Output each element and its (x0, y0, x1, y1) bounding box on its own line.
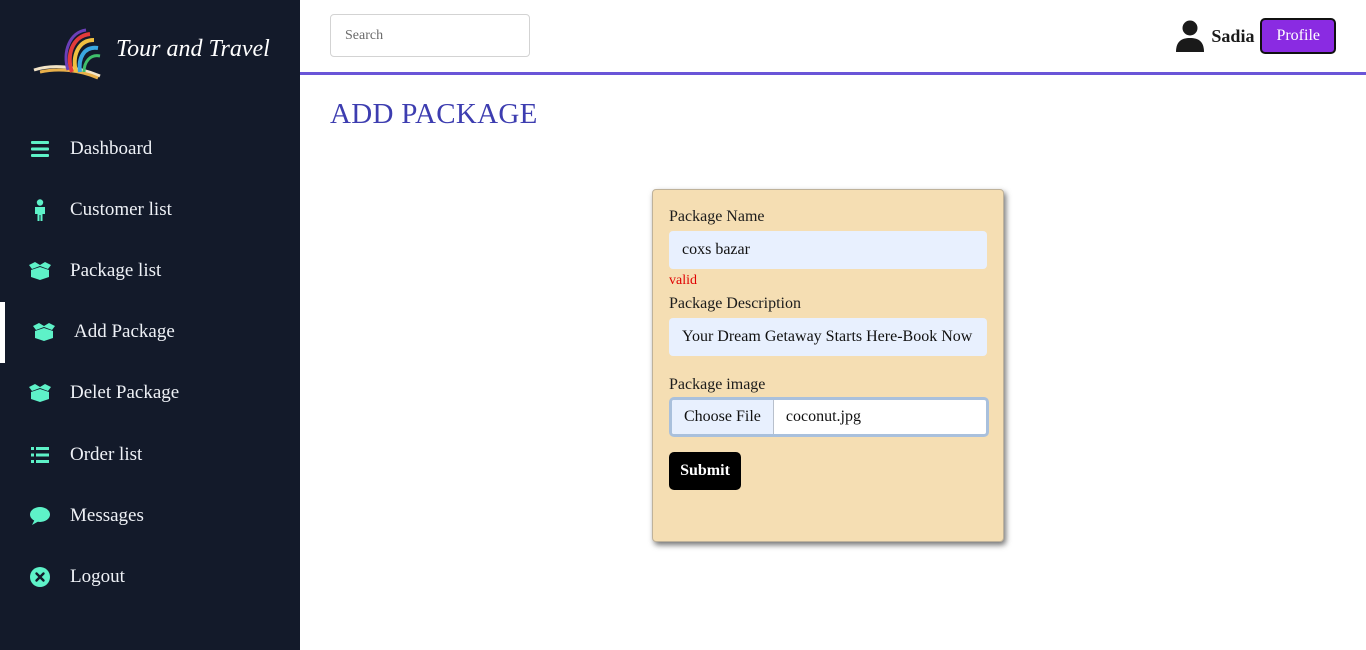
sidebar-item-delet-package[interactable]: Delet Package (0, 363, 300, 424)
sidebar-item-add-package[interactable]: Add Package (0, 301, 300, 363)
box-open-icon (32, 320, 56, 344)
top-bar: Sadia Profile (300, 0, 1366, 75)
choose-file-button[interactable]: Choose File (672, 400, 774, 434)
sidebar-item-messages[interactable]: Messages (0, 485, 300, 546)
box-open-icon (28, 259, 52, 283)
package-description-input[interactable] (669, 318, 987, 356)
add-package-form: Package Name valid Package Description P… (652, 189, 1004, 542)
sidebar-nav: Dashboard Customer list Package list Add… (0, 118, 300, 608)
sidebar-item-label: Messages (70, 504, 144, 526)
circle-x-icon (28, 565, 52, 589)
sidebar: Tour and Travel Dashboard Customer list … (0, 0, 300, 650)
submit-button[interactable]: Submit (669, 452, 741, 490)
user-avatar-icon (1176, 20, 1205, 52)
sidebar-item-package-list[interactable]: Package list (0, 240, 300, 301)
profile-button[interactable]: Profile (1260, 18, 1336, 54)
sidebar-item-label: Delet Package (70, 382, 180, 404)
package-name-input[interactable] (669, 231, 987, 269)
package-image-label: Package image (669, 376, 766, 393)
list-icon (28, 443, 52, 467)
bars-icon (28, 137, 52, 161)
search-input[interactable] (330, 14, 530, 57)
package-name-label: Package Name (669, 208, 765, 225)
page-title: ADD PACKAGE (330, 98, 538, 130)
swoosh-logo-icon (33, 28, 101, 80)
sidebar-item-label: Dashboard (70, 137, 153, 159)
package-image-file-input[interactable]: Choose File coconut.jpg (669, 397, 989, 437)
comment-icon (28, 504, 52, 528)
sidebar-item-label: Customer list (70, 198, 172, 220)
brand-title: Tour and Travel (116, 36, 270, 62)
user-name: Sadia (1211, 25, 1255, 46)
sidebar-item-label: Package list (70, 259, 162, 281)
sidebar-item-dashboard[interactable]: Dashboard (0, 118, 300, 179)
sidebar-item-customer-list[interactable]: Customer list (0, 179, 300, 240)
sidebar-item-order-list[interactable]: Order list (0, 424, 300, 485)
sidebar-item-label: Order list (70, 443, 143, 465)
box-open-icon (28, 381, 52, 405)
sidebar-item-label: Logout (70, 565, 125, 587)
brand[interactable]: Tour and Travel (28, 26, 288, 82)
sidebar-item-logout[interactable]: Logout (0, 546, 300, 607)
selected-file-name: coconut.jpg (785, 408, 861, 425)
sidebar-item-label: Add Package (74, 321, 175, 343)
person-icon (28, 198, 52, 222)
validation-message: valid (669, 273, 697, 288)
user-menu: Sadia Profile (1175, 18, 1336, 54)
package-description-label: Package Description (669, 295, 801, 312)
